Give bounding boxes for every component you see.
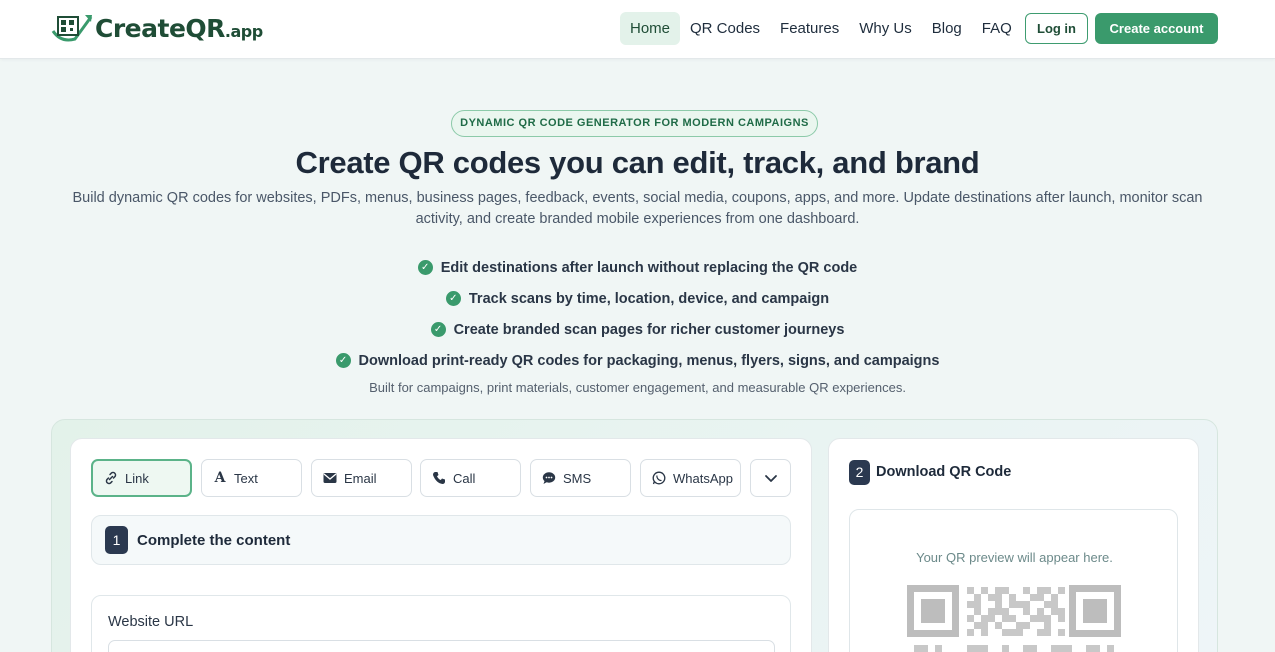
nav-faq[interactable]: FAQ	[972, 12, 1022, 45]
nav-home[interactable]: Home	[620, 12, 681, 45]
check-icon: ✓	[445, 291, 461, 306]
step-complete-content: 1 Complete the content	[91, 515, 791, 565]
feature-text: Create branded scan pages for richer cus…	[453, 321, 845, 338]
tab-label: SMS	[563, 470, 592, 486]
hero-badge: DYNAMIC QR CODE GENERATOR FOR MODERN CAM…	[451, 110, 818, 137]
qr-preview: Your QR preview will appear here.	[849, 509, 1178, 652]
link-icon	[103, 470, 119, 486]
website-url-input[interactable]	[108, 640, 775, 652]
nav-why-us[interactable]: Why Us	[849, 12, 922, 45]
sms-icon	[541, 470, 557, 486]
check-icon: ✓	[417, 260, 433, 275]
whatsapp-icon	[651, 470, 667, 486]
create-account-button[interactable]: Create account	[1095, 13, 1218, 44]
step-title: Download QR Code	[876, 464, 1012, 480]
feature-item: ✓ Edit destinations after launch without…	[0, 252, 1275, 283]
main-nav: Home QR Codes Features Why Us Blog FAQ	[620, 12, 1022, 45]
website-url-label: Website URL	[108, 614, 194, 630]
check-icon: ✓	[335, 353, 351, 368]
step-title: Complete the content	[137, 531, 291, 549]
nav-blog[interactable]: Blog	[922, 12, 972, 45]
tab-text[interactable]: A Text	[201, 459, 302, 497]
nav-qr-codes[interactable]: QR Codes	[680, 12, 770, 45]
feature-list: ✓ Edit destinations after launch without…	[0, 252, 1275, 376]
tab-label: Text	[234, 470, 258, 486]
website-url-section: Website URL	[91, 595, 791, 652]
tab-whatsapp[interactable]: WhatsApp	[640, 459, 741, 497]
login-button[interactable]: Log in	[1025, 13, 1088, 44]
tab-sms[interactable]: SMS	[530, 459, 631, 497]
tab-label: Link	[125, 470, 149, 486]
tab-label: WhatsApp	[673, 470, 733, 486]
feature-text: Download print-ready QR codes for packag…	[358, 352, 940, 369]
step-download: 2 Download QR Code	[849, 459, 1011, 485]
step-number: 1	[105, 526, 128, 554]
more-types-button[interactable]	[750, 459, 791, 497]
brand-name: CreateQR	[95, 13, 225, 43]
email-icon	[322, 470, 338, 486]
text-icon: A	[214, 470, 226, 486]
chevron-down-icon	[764, 475, 777, 482]
qr-logo-icon	[51, 15, 93, 42]
built-for-text: Built for campaigns, print materials, cu…	[369, 380, 906, 395]
preview-placeholder-text: Your QR preview will appear here.	[916, 550, 1113, 565]
feature-item: ✓ Create branded scan pages for richer c…	[0, 314, 1275, 345]
hero-title: Create QR codes you can edit, track, and…	[295, 145, 980, 180]
tab-call[interactable]: Call	[420, 459, 521, 497]
nav-features[interactable]: Features	[770, 12, 849, 45]
feature-text: Track scans by time, location, device, a…	[468, 290, 830, 307]
brand-suffix: .app	[224, 21, 263, 41]
tab-label: Call	[453, 470, 476, 486]
hero-subtitle: Build dynamic QR codes for websites, PDF…	[72, 190, 1203, 227]
tab-email[interactable]: Email	[311, 459, 412, 497]
site-header: CreateQR.app Home QR Codes Features Why …	[0, 0, 1275, 59]
feature-item: ✓ Track scans by time, location, device,…	[0, 283, 1275, 314]
qr-placeholder-icon	[907, 585, 1121, 652]
logo-wordmark: CreateQR.app	[95, 14, 263, 43]
phone-icon	[431, 470, 447, 486]
tab-label: Email	[344, 470, 377, 486]
feature-item: ✓ Download print-ready QR codes for pack…	[0, 345, 1275, 376]
feature-text: Edit destinations after launch without r…	[440, 259, 858, 276]
step-number: 2	[849, 459, 870, 485]
check-icon: ✓	[430, 322, 446, 337]
tab-link[interactable]: Link	[91, 459, 192, 497]
logo[interactable]: CreateQR.app	[51, 12, 263, 44]
